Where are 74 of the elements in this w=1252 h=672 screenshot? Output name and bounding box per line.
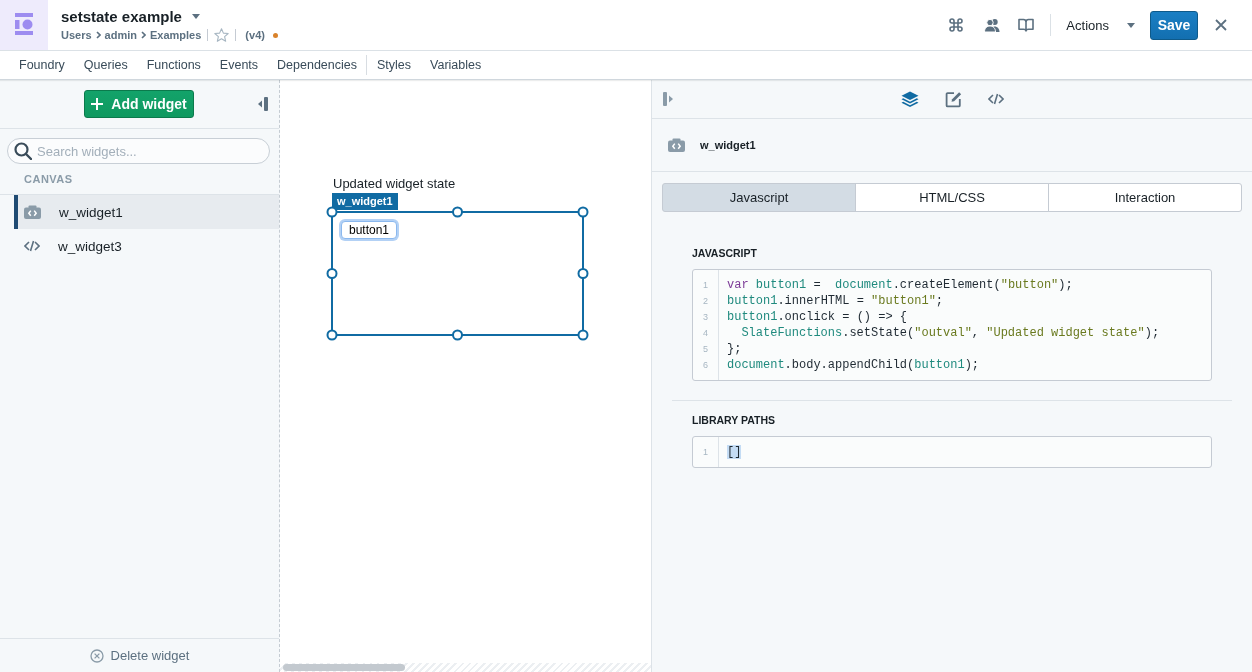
code-box-icon bbox=[668, 138, 685, 152]
code-editor[interactable]: 1 [] bbox=[692, 436, 1212, 468]
widget-list-item[interactable]: w_widget3 bbox=[14, 229, 279, 263]
resize-handle[interactable] bbox=[326, 206, 338, 218]
delete-widget-button[interactable]: Delete widget bbox=[89, 648, 190, 663]
section-label: CANVAS bbox=[24, 173, 73, 185]
menu-item[interactable]: Events bbox=[210, 58, 268, 72]
section-label: LIBRARY PATHS bbox=[692, 413, 776, 427]
menu-item[interactable]: Variables bbox=[420, 58, 491, 72]
tab[interactable]: HTML/CSS bbox=[855, 183, 1049, 212]
book-icon[interactable] bbox=[1018, 18, 1035, 32]
code-line: button1.onclick = () => { bbox=[727, 309, 908, 325]
code-icon bbox=[24, 240, 40, 252]
breadcrumb-link[interactable]: admin bbox=[104, 29, 137, 41]
section-label: JAVASCRIPT bbox=[692, 246, 757, 260]
line-number: 4 bbox=[703, 327, 708, 340]
menu-item[interactable]: Styles bbox=[367, 58, 421, 72]
close-icon[interactable] bbox=[1215, 19, 1227, 31]
tab[interactable]: Javascript bbox=[662, 183, 856, 212]
code-editor[interactable] bbox=[692, 269, 1212, 381]
document-title-menu[interactable]: setstate example bbox=[61, 6, 200, 26]
chevron-icon bbox=[141, 31, 146, 39]
menu-item[interactable]: Dependencies bbox=[267, 58, 367, 72]
resize-handle[interactable] bbox=[452, 329, 463, 341]
chevron-icon bbox=[95, 31, 101, 39]
line-number: 1 bbox=[703, 446, 708, 459]
plus-icon bbox=[91, 98, 104, 110]
delete-icon bbox=[89, 648, 104, 663]
horizontal-scrollbar[interactable] bbox=[280, 663, 651, 672]
actions-dropdown[interactable]: Actions bbox=[1066, 11, 1135, 39]
code-line: button1.innerHTML = "button1"; bbox=[727, 293, 944, 309]
widget-button[interactable]: button1 bbox=[341, 221, 398, 239]
people-icon[interactable] bbox=[984, 18, 1001, 32]
line-number: 6 bbox=[703, 359, 708, 372]
line-number: 2 bbox=[703, 295, 708, 308]
edit-icon[interactable] bbox=[944, 90, 962, 108]
widget-frame[interactable] bbox=[331, 211, 584, 336]
resize-handle[interactable] bbox=[577, 268, 589, 279]
line-number: 3 bbox=[703, 311, 708, 324]
breadcrumb-link[interactable]: Users bbox=[61, 29, 92, 41]
search-field[interactable]: Search widgets... bbox=[7, 138, 270, 164]
version-label: (v4) bbox=[245, 29, 265, 41]
command-icon[interactable] bbox=[949, 18, 964, 32]
resize-handle[interactable] bbox=[326, 268, 338, 279]
widget-label: w_widget1 bbox=[332, 193, 398, 210]
resize-handle[interactable] bbox=[577, 329, 589, 341]
menu-item[interactable]: Queries bbox=[74, 58, 138, 72]
breadcrumb-link[interactable]: Examples bbox=[150, 29, 202, 41]
caret-icon bbox=[1127, 22, 1135, 28]
save-button[interactable]: Save bbox=[1150, 10, 1198, 40]
tab[interactable]: Interaction bbox=[1048, 183, 1242, 212]
caret-icon bbox=[191, 13, 200, 19]
widget-list-item[interactable]: w_widget1 bbox=[14, 195, 279, 229]
menu-item[interactable]: Functions bbox=[137, 58, 211, 72]
state-text: Updated widget state bbox=[333, 176, 456, 192]
code-box-icon bbox=[24, 205, 41, 219]
code-line: SlateFunctions.setState("outval", "Updated widget state"); bbox=[740, 325, 1160, 341]
code-line: document.body.appendChild(button1); bbox=[727, 357, 980, 373]
line-number: 1 bbox=[703, 279, 708, 292]
resize-handle[interactable] bbox=[326, 329, 338, 341]
code-line: var button1 = document.createElement("button"); bbox=[727, 277, 1073, 293]
search-icon bbox=[14, 142, 32, 160]
collapse-panel-icon[interactable] bbox=[663, 92, 673, 106]
code-icon[interactable] bbox=[987, 93, 1004, 105]
collapse-panel-icon[interactable] bbox=[258, 97, 268, 111]
scrollbar-thumb[interactable] bbox=[283, 664, 405, 671]
widget-name: w_widget1 bbox=[700, 139, 756, 151]
line-number: 5 bbox=[703, 343, 708, 356]
resize-handle[interactable] bbox=[577, 206, 589, 218]
star-icon[interactable] bbox=[214, 28, 230, 42]
menu-item[interactable]: Foundry bbox=[9, 58, 75, 72]
code-line: }; bbox=[727, 341, 742, 357]
resize-handle[interactable] bbox=[452, 206, 463, 218]
layers-icon[interactable] bbox=[900, 90, 919, 108]
